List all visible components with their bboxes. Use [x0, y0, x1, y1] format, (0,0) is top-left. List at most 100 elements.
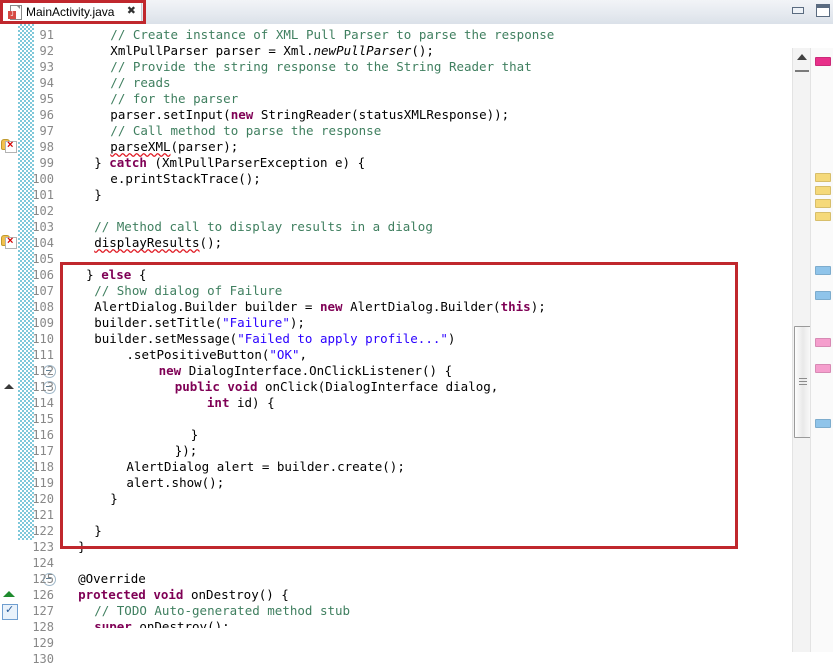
code-line[interactable]: } catch (XmlPullParserException e) { — [94, 155, 365, 171]
overview-ruler-mark[interactable] — [815, 338, 831, 347]
line-number-ruler: 9192939495969798991001011021031041051061… — [0, 24, 58, 628]
code-line[interactable]: } — [191, 427, 199, 443]
code-token: } — [86, 267, 101, 282]
code-token: void — [227, 379, 257, 394]
code-line[interactable]: super.onDestroy(); — [94, 619, 229, 628]
code-token: { — [131, 267, 146, 282]
line-number: 112 — [32, 363, 54, 379]
code-token: e.printStackTrace(); — [110, 171, 261, 186]
code-token: } — [94, 523, 102, 538]
code-token: onClick(DialogInterface dialog, — [257, 379, 498, 394]
code-line[interactable]: builder.setTitle("Failure"); — [94, 315, 305, 331]
line-number: 110 — [32, 331, 54, 347]
code-token: id) { — [229, 395, 274, 410]
code-line[interactable]: // Create instance of XML Pull Parser to… — [110, 27, 554, 43]
code-editor[interactable]: 9192939495969798991001011021031041051061… — [0, 24, 833, 628]
line-number: 121 — [32, 507, 54, 523]
code-token: else — [101, 267, 131, 282]
code-token: .onDestroy(); — [132, 619, 230, 628]
code-token: this — [501, 299, 531, 314]
line-number: 106 — [32, 267, 54, 283]
line-number: 116 — [32, 427, 54, 443]
code-line[interactable]: // for the parser — [110, 91, 238, 107]
code-line[interactable]: public void onClick(DialogInterface dial… — [175, 379, 499, 395]
code-line[interactable]: } — [94, 187, 102, 203]
line-number: 124 — [32, 555, 54, 571]
code-line[interactable]: // Method call to display results in a d… — [94, 219, 433, 235]
line-number: 123 — [32, 539, 54, 555]
code-line[interactable]: @Override — [78, 571, 146, 587]
code-line[interactable]: // TODO Auto-generated method stub — [94, 603, 350, 619]
line-number: 95 — [40, 91, 54, 107]
minimize-icon[interactable] — [791, 3, 805, 16]
overview-ruler-mark[interactable] — [815, 186, 831, 195]
code-line[interactable]: builder.setMessage("Failed to apply prof… — [94, 331, 455, 347]
code-line[interactable]: } — [110, 491, 118, 507]
vertical-scrollbar[interactable] — [792, 48, 811, 652]
code-token: XmlPullParser parser = Xml. — [110, 43, 313, 58]
line-number: 96 — [40, 107, 54, 123]
code-token: (parser); — [171, 139, 239, 154]
code-line[interactable]: .setPositiveButton("OK", — [126, 347, 307, 363]
overview-ruler-mark[interactable] — [815, 266, 831, 275]
code-line[interactable]: AlertDialog.Builder builder = new AlertD… — [94, 299, 546, 315]
code-line[interactable]: protected void onDestroy() { — [78, 587, 289, 603]
code-line[interactable]: // Provide the string response to the St… — [110, 59, 531, 75]
overview-ruler-mark[interactable] — [815, 57, 831, 66]
close-icon[interactable]: ✖ — [127, 6, 136, 17]
line-number: 108 — [32, 299, 54, 315]
overview-ruler[interactable] — [810, 48, 833, 652]
window-controls — [791, 3, 829, 16]
code-line[interactable]: alert.show(); — [126, 475, 224, 491]
overview-ruler-mark[interactable] — [815, 364, 831, 373]
code-token: } — [110, 491, 118, 506]
tab-mainactivity-java[interactable]: J MainActivity.java ✖ — [2, 1, 142, 22]
code-line[interactable]: // reads — [110, 75, 170, 91]
line-number: 115 — [32, 411, 54, 427]
line-number: 97 — [40, 123, 54, 139]
code-text-area[interactable]: // Create instance of XML Pull Parser to… — [58, 24, 798, 628]
scrollbar-grip-icon — [799, 378, 807, 387]
code-line[interactable]: int id) { — [207, 395, 275, 411]
code-token: , — [300, 347, 308, 362]
code-token: }); — [175, 443, 198, 458]
line-number: 103 — [32, 219, 54, 235]
overview-ruler-mark[interactable] — [815, 419, 831, 428]
code-line[interactable]: parseXML(parser); — [110, 139, 238, 155]
line-number: 119 — [32, 475, 54, 491]
line-number: 114 — [32, 395, 54, 411]
code-token: // Show dialog of Failure — [94, 283, 282, 298]
code-line[interactable]: XmlPullParser parser = Xml.newPullParser… — [110, 43, 434, 59]
code-line[interactable]: AlertDialog alert = builder.create(); — [126, 459, 404, 475]
line-number: 105 — [32, 251, 54, 267]
code-token: catch — [109, 155, 147, 170]
line-number: 94 — [40, 75, 54, 91]
maximize-icon[interactable] — [815, 3, 829, 16]
code-line[interactable]: displayResults(); — [94, 235, 222, 251]
line-number: 99 — [40, 155, 54, 171]
overview-ruler-mark[interactable] — [815, 173, 831, 182]
overview-ruler-mark[interactable] — [815, 212, 831, 221]
code-token: // reads — [110, 75, 170, 90]
code-token: // Create instance of XML Pull Parser to… — [110, 27, 554, 42]
line-number: 113 — [32, 379, 54, 395]
scroll-up-arrow[interactable] — [797, 54, 807, 60]
overview-ruler-mark[interactable] — [815, 291, 831, 300]
overview-ruler-mark[interactable] — [815, 199, 831, 208]
code-line[interactable]: }); — [175, 443, 198, 459]
code-token: protected — [78, 587, 146, 602]
code-line[interactable]: } — [78, 539, 86, 555]
code-token: ) — [448, 331, 456, 346]
code-line[interactable]: new DialogInterface.OnClickListener() { — [159, 363, 453, 379]
line-number: 111 — [32, 347, 54, 363]
java-file-icon: J — [8, 5, 21, 19]
code-line[interactable]: e.printStackTrace(); — [110, 171, 261, 187]
code-token: ); — [531, 299, 546, 314]
code-line[interactable]: } — [94, 523, 102, 539]
line-number: 93 — [40, 59, 54, 75]
code-line[interactable]: // Show dialog of Failure — [94, 283, 282, 299]
code-line[interactable]: // Call method to parse the response — [110, 123, 381, 139]
code-token: int — [207, 395, 230, 410]
code-line[interactable]: parser.setInput(new StringReader(statusX… — [110, 107, 509, 123]
code-line[interactable]: } else { — [86, 267, 146, 283]
